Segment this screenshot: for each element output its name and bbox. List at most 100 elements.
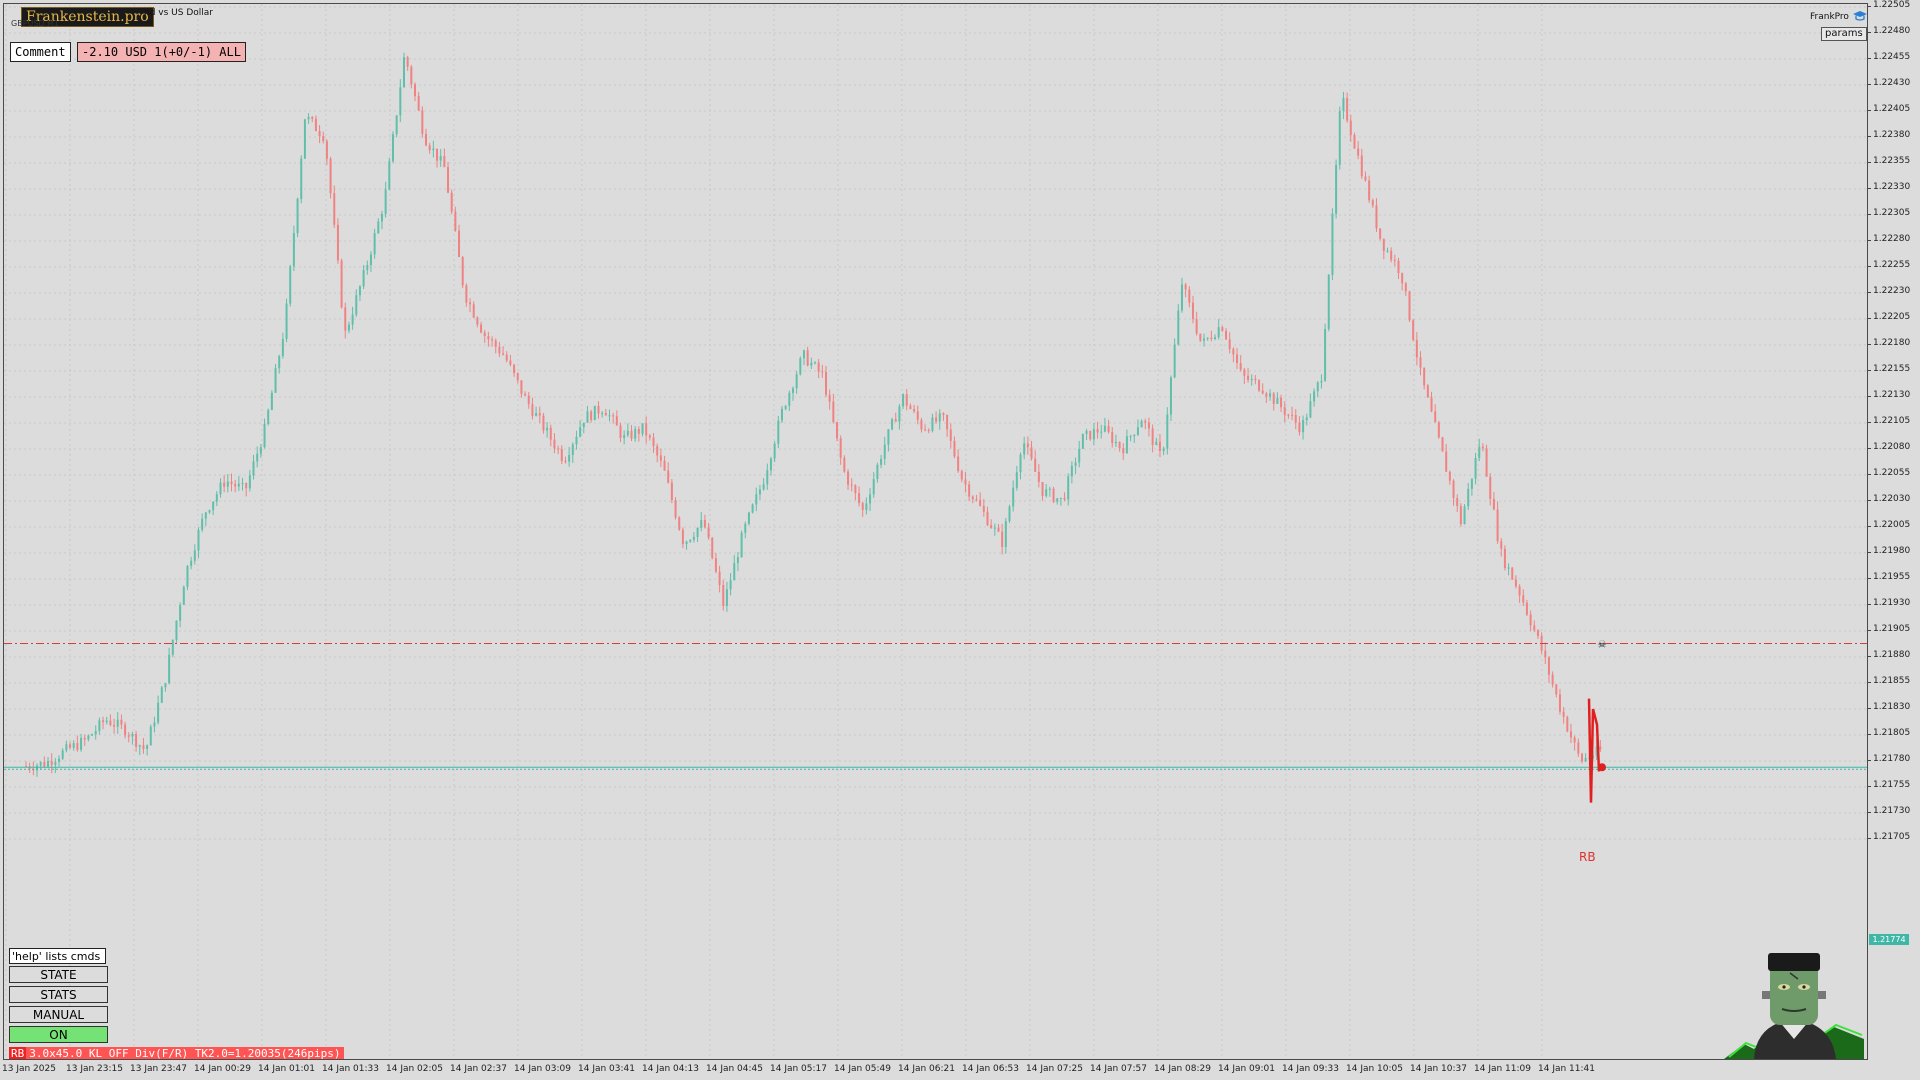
price-tick [1867, 734, 1871, 735]
candle-body [1525, 602, 1528, 615]
candle-body [39, 761, 42, 766]
candle-body [1346, 97, 1349, 121]
candle-body [325, 141, 328, 159]
price-tick-label: 1.22280 [1873, 234, 1911, 244]
params-button[interactable]: params [1821, 27, 1867, 41]
candle-body [146, 745, 149, 749]
candle-body [883, 444, 886, 459]
graduation-cap-icon[interactable] [1853, 10, 1867, 22]
candle-body [667, 470, 670, 483]
candle-body [289, 266, 292, 304]
candle-body [124, 724, 127, 736]
candle-body [839, 438, 842, 458]
candle-body [703, 519, 706, 528]
candle-body [707, 527, 710, 538]
candle-body [149, 726, 152, 746]
candle-body [1434, 411, 1437, 423]
candle-body [971, 496, 974, 500]
candle-body [1136, 427, 1139, 435]
candle-body [799, 358, 802, 375]
time-tick-label: 14 Jan 02:37 [450, 1064, 507, 1074]
candle-body [425, 133, 428, 146]
candle-body [263, 423, 266, 448]
candle-body [847, 471, 850, 485]
price-axis[interactable]: 1.22505 1.22480 1.22455 1.22430 1.22405 1.223… [1867, 0, 1920, 1080]
candle-body [355, 295, 358, 315]
price-tick [1867, 812, 1871, 813]
candle-body [252, 461, 255, 476]
candle-body [1015, 472, 1018, 488]
candle-body [524, 393, 527, 396]
candle-body [579, 427, 582, 437]
candle-body [931, 417, 934, 431]
time-axis[interactable]: 13 Jan 2025 13 Jan 23:15 13 Jan 23:47 14 Ja… [0, 1058, 1920, 1080]
candle-body [597, 405, 600, 414]
price-tick-label: 1.22055 [1873, 468, 1911, 478]
candle-body [219, 482, 222, 495]
candle-body [347, 324, 350, 331]
candle-body [1210, 337, 1213, 340]
candle-body [659, 455, 662, 461]
time-tick-label: 14 Jan 02:05 [386, 1064, 443, 1074]
candle-body [131, 733, 134, 737]
candle-body [641, 423, 644, 434]
candle-body [1067, 476, 1070, 500]
candle-body [248, 475, 251, 489]
candle-body [806, 350, 809, 366]
candle-body [898, 406, 901, 422]
candle-body [916, 411, 919, 420]
candle-body [439, 156, 442, 161]
candle-body [993, 527, 996, 529]
candle-body [1445, 451, 1448, 472]
candle-body [1558, 694, 1561, 712]
time-tick-label: 13 Jan 23:47 [130, 1064, 187, 1074]
state-button[interactable]: STATE [9, 966, 108, 983]
candle-body [755, 494, 758, 505]
candle-body [1364, 176, 1367, 181]
price-tick-label: 1.22180 [1873, 338, 1911, 348]
candle-body [946, 414, 949, 430]
candle-body [920, 419, 923, 430]
candle-body [1206, 337, 1209, 339]
candle-body [1070, 465, 1073, 477]
chart-area[interactable]: ☠ Frankenstein.pro nd vs US Dollar GBPUS… [3, 3, 1868, 1060]
candle-body [1100, 431, 1103, 433]
stats-button[interactable]: STATS [9, 986, 108, 1003]
candle-body [1529, 614, 1532, 626]
candle-body [762, 484, 765, 490]
candle-body [113, 725, 116, 727]
candle-body [1037, 471, 1040, 483]
candle-body [303, 119, 306, 159]
candle-body [520, 380, 523, 394]
candle-body [116, 719, 119, 727]
candle-body [718, 571, 721, 586]
candle-body [369, 254, 372, 266]
candle-body [1397, 260, 1400, 274]
price-tick-label: 1.21855 [1873, 676, 1911, 686]
on-toggle-button[interactable]: ON [9, 1026, 108, 1043]
candle-body [1202, 338, 1205, 341]
time-tick-label: 14 Jan 04:45 [706, 1064, 763, 1074]
candle-body [1162, 448, 1165, 451]
candle-body [1089, 430, 1092, 440]
candle-body [1001, 531, 1004, 548]
candle-body [626, 430, 629, 436]
price-plot[interactable]: ☠ [4, 4, 1867, 1059]
candle-body [1393, 259, 1396, 261]
candle-body [949, 429, 952, 441]
candle-body [1580, 753, 1583, 762]
candle-body [358, 286, 361, 296]
price-tick [1867, 500, 1871, 501]
candle-body [190, 560, 193, 566]
manual-button[interactable]: MANUAL [9, 1006, 108, 1023]
time-tick-label: 14 Jan 11:41 [1538, 1064, 1595, 1074]
candle-body [91, 734, 94, 736]
candle-body [344, 307, 347, 331]
candle-body [1474, 457, 1477, 479]
comment-button[interactable]: Comment [10, 42, 71, 62]
time-tick-label: 14 Jan 01:33 [322, 1064, 379, 1074]
candle-body [1390, 250, 1393, 260]
candle-body [791, 388, 794, 393]
candle-body [472, 304, 475, 318]
time-tick-label: 14 Jan 03:41 [578, 1064, 635, 1074]
